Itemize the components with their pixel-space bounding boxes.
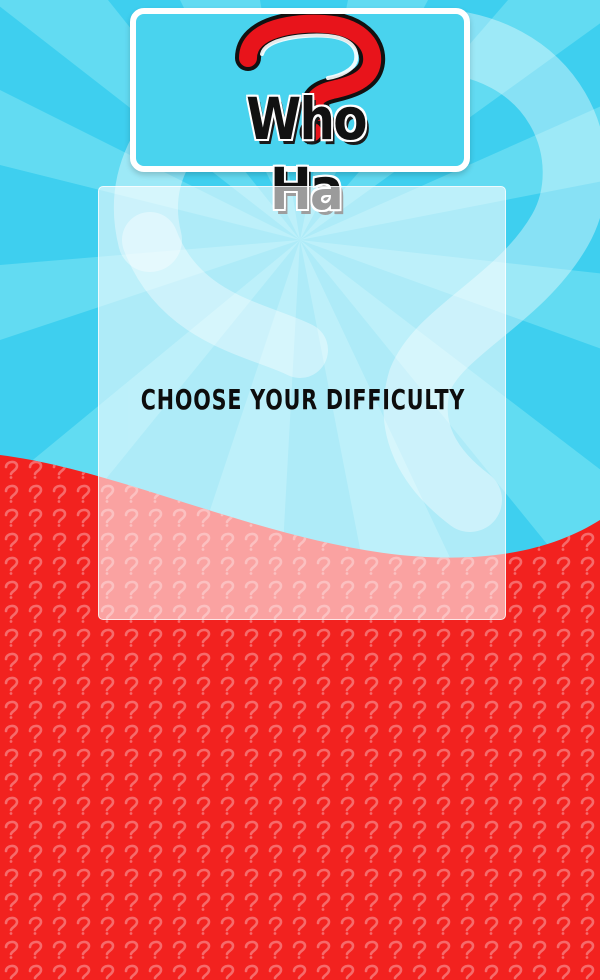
game-screen: Who Ha CHOOSE YOUR DIFFICULTY xyxy=(0,0,600,980)
difficulty-panel: CHOOSE YOUR DIFFICULTY xyxy=(98,186,506,620)
panel-heading: CHOOSE YOUR DIFFICULTY xyxy=(140,383,466,416)
logo-frame: Who Ha xyxy=(130,8,470,223)
